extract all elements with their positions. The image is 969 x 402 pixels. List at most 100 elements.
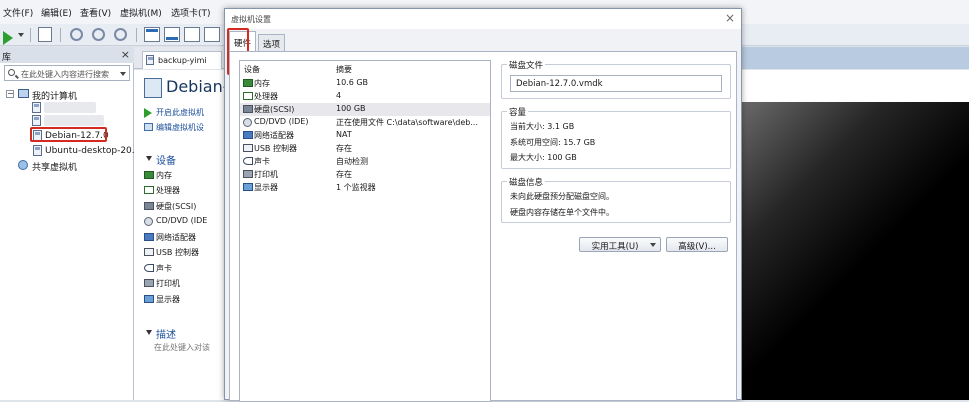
redacted-vm-name[interactable] (44, 115, 104, 126)
dialog-body: 设备 摘要 内存 10.6 GB 处理器 4 硬盘(SCSI) 100 GB C… (229, 51, 737, 402)
column-summary: 摘要 (336, 65, 352, 74)
device-sound[interactable]: 声卡 (156, 263, 172, 274)
library-search-input[interactable]: 在此处键入内容进行搜索 (4, 65, 130, 81)
power-on-icon (144, 108, 152, 118)
display-icon (144, 295, 154, 303)
utilities-button[interactable]: 实用工具(U) (579, 237, 661, 252)
edit-settings-link[interactable]: 编辑虚拟机设 (156, 122, 204, 133)
memory-icon (144, 171, 154, 179)
selection-highlight (30, 127, 107, 142)
description-header[interactable]: 描述 (156, 326, 176, 341)
device-usb[interactable]: USB 控制器 (156, 247, 199, 258)
library-title: 库 (2, 53, 12, 63)
device-row-harddisk[interactable]: 硬盘(SCSI) 100 GB (240, 103, 490, 116)
toolbar-separator (60, 28, 61, 42)
tree-item-my-computer[interactable]: 我的计算机 (32, 89, 77, 102)
redacted-vm-name[interactable] (44, 102, 96, 113)
harddisk-icon (144, 202, 154, 210)
device-row-network[interactable]: 网络适配器 NAT (240, 129, 490, 142)
printer-icon (243, 170, 253, 178)
disk-info-line-1: 未向此硬盘预分配磁盘空间。 (510, 192, 614, 201)
show-library-icon[interactable] (144, 27, 160, 42)
device-display[interactable]: 显示器 (156, 294, 180, 305)
disk-file-group: 磁盘文件 Debian-12.7.0.vmdk (501, 59, 731, 99)
menu-view[interactable]: 查看(V) (80, 6, 111, 19)
sound-card-icon (144, 264, 154, 272)
description-placeholder[interactable]: 在此处键入对该 (154, 342, 210, 353)
tree-item-ubuntu[interactable]: Ubuntu-desktop-20. (45, 146, 135, 156)
device-row-name: 内存 (254, 79, 270, 88)
device-printer[interactable]: 打印机 (156, 278, 180, 289)
menu-edit[interactable]: 编辑(E) (41, 6, 72, 19)
search-icon (8, 69, 15, 76)
send-ctrl-alt-del-icon[interactable] (38, 27, 52, 42)
disk-info-group: 磁盘信息 未向此硬盘预分配磁盘空间。 硬盘内容存储在单个文件中。 (501, 176, 731, 223)
thumbnail-bar-icon[interactable] (164, 27, 180, 42)
collapse-icon[interactable]: − (6, 90, 14, 98)
disk-file-title: 磁盘文件 (507, 59, 546, 71)
column-device: 设备 (244, 65, 260, 74)
description-collapse-icon[interactable] (146, 330, 152, 335)
disk-file-input[interactable]: Debian-12.7.0.vmdk (510, 75, 722, 92)
vm-screen-preview[interactable] (722, 102, 969, 400)
device-row-name: 打印机 (254, 170, 278, 179)
dialog-close-icon[interactable]: × (725, 11, 735, 25)
menu-file[interactable]: 文件(F) (3, 6, 33, 19)
disk-info-line-2: 硬盘内容存储在单个文件中。 (510, 208, 614, 217)
full-screen-icon[interactable] (184, 27, 200, 42)
usb-controller-icon (243, 144, 253, 152)
library-search-placeholder: 在此处键入内容进行搜索 (21, 70, 109, 79)
usb-controller-icon (144, 248, 154, 256)
display-icon (243, 183, 253, 191)
device-harddisk[interactable]: 硬盘(SCSI) (156, 201, 196, 212)
snapshot-manager-icon[interactable] (114, 28, 127, 41)
dialog-title: 虚拟机设置 (231, 15, 271, 24)
device-row-processor[interactable]: 处理器 4 (240, 90, 490, 103)
advanced-button[interactable]: 高级(V)... (666, 237, 728, 252)
power-on-link[interactable]: 开启此虚拟机 (156, 107, 204, 118)
network-adapter-icon (144, 233, 154, 241)
device-cd-dvd[interactable]: CD/DVD (IDE (156, 216, 207, 225)
menu-tabs[interactable]: 选项卡(T) (171, 6, 211, 19)
tree-item-shared-vms[interactable]: 共享虚拟机 (32, 160, 77, 173)
vm-icon (33, 145, 42, 156)
vm-title: Debian- (166, 77, 229, 96)
shared-vms-icon (18, 160, 28, 170)
device-row-summary: 1 个监视器 (336, 183, 376, 192)
device-row-memory[interactable]: 内存 10.6 GB (240, 77, 490, 90)
device-row-display[interactable]: 显示器 1 个监视器 (240, 181, 490, 194)
harddisk-icon (243, 105, 253, 113)
device-processor[interactable]: 处理器 (156, 185, 180, 196)
device-network[interactable]: 网络适配器 (156, 232, 196, 243)
current-size: 当前大小: 3.1 GB (510, 122, 575, 131)
tab-backup-yimi[interactable]: backup-yimi (142, 51, 222, 69)
vm-settings-dialog: 虚拟机设置 × 硬件 选项 设备 摘要 内存 10.6 GB 处理器 4 硬盘(… (224, 8, 742, 402)
device-row-summary: 正在使用文件 C:\data\software\deb... (336, 118, 478, 127)
snapshot-icon[interactable] (70, 28, 83, 41)
device-row-summary: 自动检测 (336, 157, 368, 166)
power-on-button[interactable] (0, 27, 18, 45)
menu-vm[interactable]: 虚拟机(M) (120, 6, 162, 19)
utilities-dropdown-icon (650, 243, 656, 247)
network-adapter-icon (243, 131, 253, 139)
device-row-name: 显示器 (254, 183, 278, 192)
screen-reflection (722, 102, 969, 400)
device-row-summary: 存在 (336, 170, 352, 179)
devices-header[interactable]: 设备 (156, 152, 176, 167)
edit-settings-icon (144, 123, 153, 131)
device-list: 设备 摘要 内存 10.6 GB 处理器 4 硬盘(SCSI) 100 GB C… (239, 60, 491, 402)
dialog-titlebar: 虚拟机设置 × (225, 9, 741, 29)
power-dropdown-icon[interactable] (18, 33, 24, 37)
device-row-usb[interactable]: USB 控制器 存在 (240, 142, 490, 155)
device-row-cd-dvd[interactable]: CD/DVD (IDE) 正在使用文件 C:\data\software\deb… (240, 116, 490, 129)
search-dropdown-icon[interactable] (120, 72, 126, 76)
tab-options[interactable]: 选项 (258, 34, 286, 51)
device-row-sound[interactable]: 声卡 自动检测 (240, 155, 490, 168)
revert-snapshot-icon[interactable] (92, 28, 105, 41)
device-memory[interactable]: 内存 (156, 170, 172, 181)
max-size: 最大大小: 100 GB (510, 153, 577, 162)
unity-icon[interactable] (204, 27, 220, 42)
library-close-icon[interactable]: × (121, 48, 130, 61)
device-row-printer[interactable]: 打印机 存在 (240, 168, 490, 181)
devices-collapse-icon[interactable] (146, 156, 152, 161)
